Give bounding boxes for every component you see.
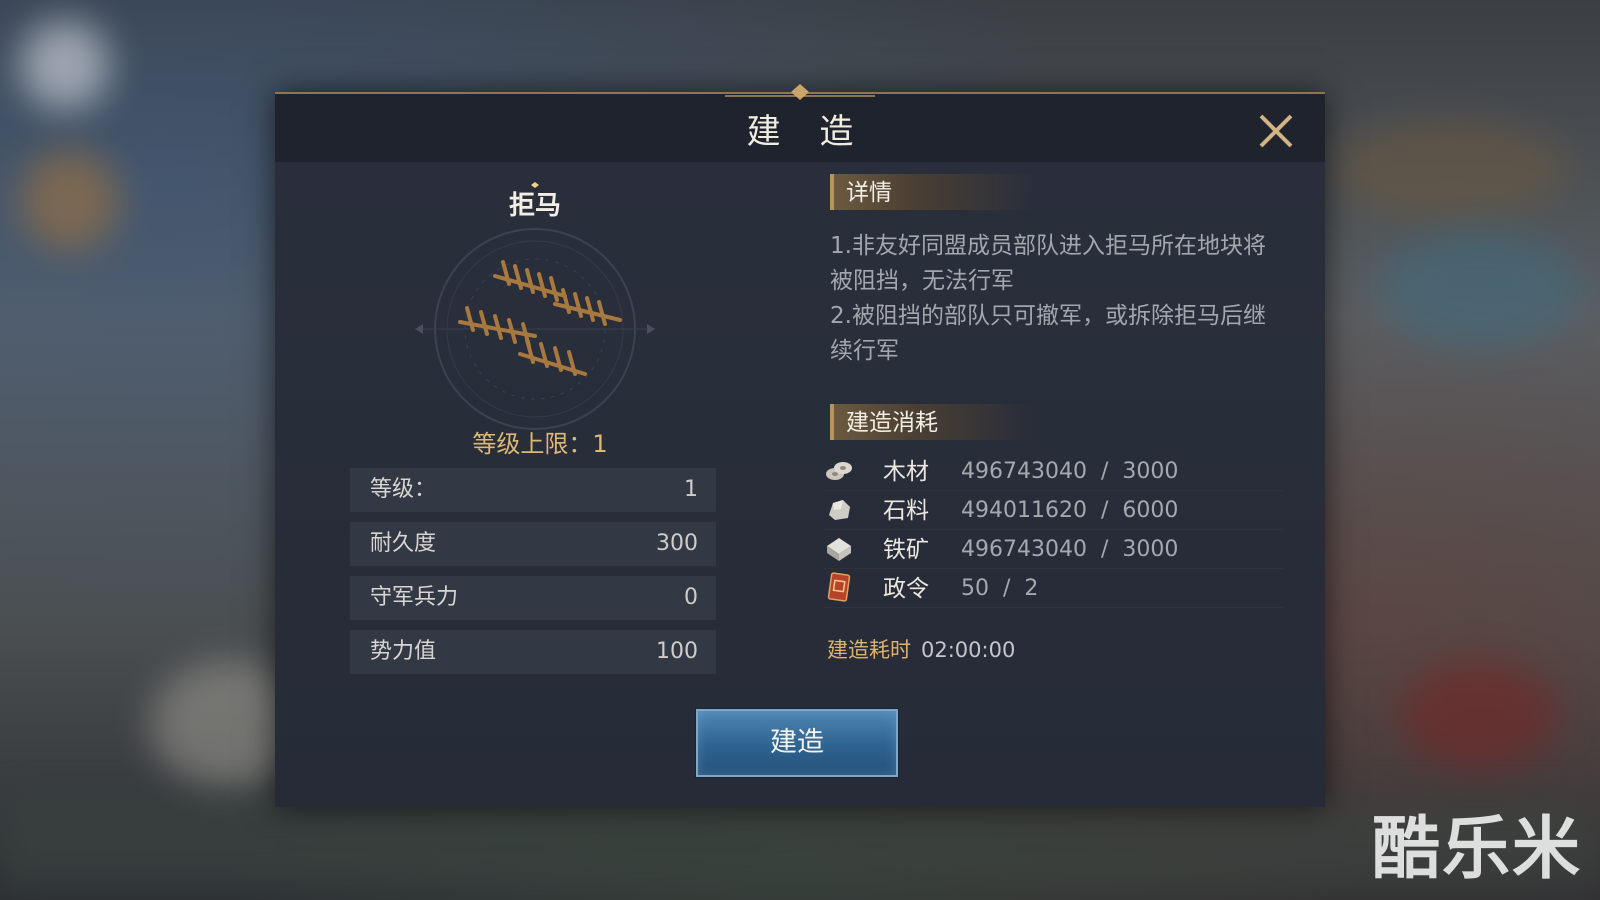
cost-row-iron: 铁矿 496743040 / 3000 <box>823 530 1283 569</box>
wood-icon <box>826 462 852 480</box>
stats-list: 等级： 1 耐久度 300 守军兵力 0 势力值 100 <box>350 468 716 684</box>
background-blob <box>20 150 120 250</box>
background-blob <box>1330 120 1570 220</box>
cost-name: 铁矿 <box>883 537 929 563</box>
stone-icon <box>829 500 850 520</box>
details-text: 1.非友好同盟成员部队进入拒马所在地块将被阻挡，无法行军 2.被阻挡的部队只可撤… <box>830 229 1270 369</box>
stat-row-durability: 耐久度 300 <box>350 522 716 566</box>
details-line: 1.非友好同盟成员部队进入拒马所在地块将被阻挡，无法行军 <box>830 233 1266 294</box>
cost-row-decree: 政令 50 / 2 <box>823 569 1283 608</box>
stat-row-level: 等级： 1 <box>350 468 716 512</box>
stat-label: 等级： <box>370 477 437 502</box>
stat-row-garrison: 守军兵力 0 <box>350 576 716 620</box>
dialog-title: 建 造 <box>746 112 868 152</box>
background-blob <box>1400 660 1560 770</box>
stat-label: 守军兵力 <box>370 585 459 610</box>
level-cap: 等级上限：1 <box>472 430 608 458</box>
details-line: 2.被阻挡的部队只可撤军，或拆除拒马后继续行军 <box>830 303 1266 364</box>
title-bar: 建 造 <box>275 84 1325 162</box>
build-dialog: 建 造 拒马 等级上限：1 等级： 1 耐久度 300 守军兵力 0 势力值 1… <box>275 84 1325 807</box>
stat-value: 300 <box>656 531 698 556</box>
decree-icon <box>827 572 851 602</box>
costs-heading-label: 建造消耗 <box>846 410 938 436</box>
stat-value: 100 <box>656 639 698 664</box>
cost-value: 496743040 / 3000 <box>961 537 1179 562</box>
stat-label: 耐久度 <box>370 531 437 556</box>
stat-value: 1 <box>684 477 698 502</box>
details-heading: 详情 <box>830 174 1034 210</box>
costs-heading: 建造消耗 <box>830 404 1034 440</box>
close-icon[interactable] <box>1253 108 1299 154</box>
cost-row-stone: 石料 494011620 / 6000 <box>823 491 1283 530</box>
barricade-fence-icon <box>415 228 655 430</box>
build-time-value: 02:00:00 <box>921 638 1016 662</box>
cost-value: 494011620 / 6000 <box>961 498 1179 523</box>
build-time: 建造耗时 02:00:00 <box>827 634 1015 664</box>
build-button[interactable]: 建造 <box>696 709 898 777</box>
iron-ore-icon <box>827 538 851 561</box>
watermark: 酷乐米 <box>1371 810 1582 889</box>
background-blob <box>0 800 1600 890</box>
background-blob <box>20 20 110 110</box>
cost-list: 木材 496743040 / 3000 石料 494011620 / 6000 … <box>823 452 1283 608</box>
name-banner-text: 拒马 <box>415 182 655 226</box>
background-blob <box>1380 230 1580 350</box>
cost-value: 50 / 2 <box>961 576 1039 601</box>
building-name: 拒马 <box>508 191 561 221</box>
cost-row-wood: 木材 496743040 / 3000 <box>823 452 1283 491</box>
stat-value: 0 <box>684 585 698 610</box>
cost-name: 木材 <box>883 459 929 485</box>
cost-name: 政令 <box>883 576 929 602</box>
stat-row-influence: 势力值 100 <box>350 630 716 674</box>
stat-label: 势力值 <box>370 639 437 664</box>
cost-name: 石料 <box>883 498 929 524</box>
cost-value: 496743040 / 3000 <box>961 459 1179 484</box>
build-time-label: 建造耗时 <box>827 638 911 662</box>
details-heading-label: 详情 <box>846 180 892 206</box>
